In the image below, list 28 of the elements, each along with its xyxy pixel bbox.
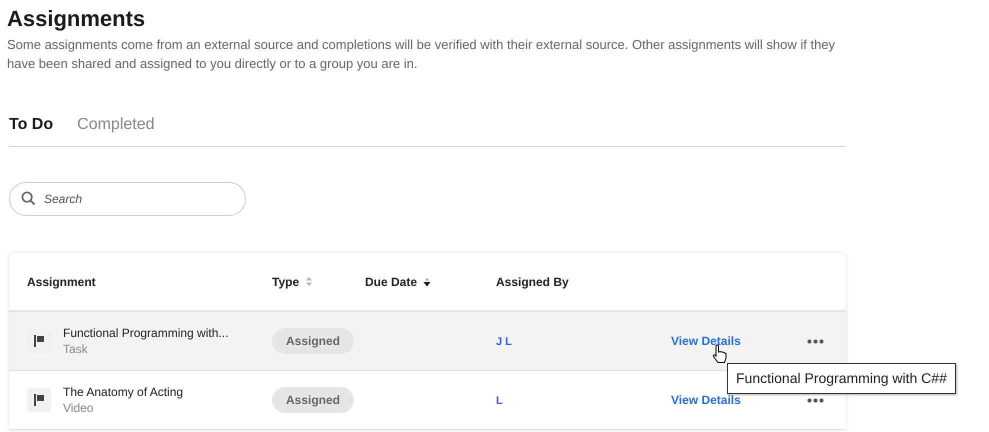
- more-icon: [806, 338, 824, 344]
- view-details-link[interactable]: View Details: [671, 334, 741, 348]
- search-field[interactable]: Search: [9, 182, 246, 216]
- flag-icon: [27, 329, 51, 353]
- status-badge: Assigned: [272, 387, 354, 413]
- column-header: Due Date: [365, 274, 418, 290]
- table-row[interactable]: Functional Programming with... Task Assigned J L View Details: [9, 312, 846, 371]
- assignment-type: Video: [63, 400, 94, 416]
- assigner-name[interactable]: L: [496, 395, 503, 407]
- tab[interactable]: Completed: [77, 113, 155, 137]
- tooltip: Functional Programming with C##: [727, 363, 956, 394]
- search-icon: [21, 191, 36, 206]
- page-description: Some assignments come from an external source and completions will be verified with their external source. Other assignments will show if they have been shared and assigned to you directly or to a group you are in.: [7, 36, 836, 73]
- more-icon: [806, 398, 824, 402]
- column-header: Assigned By: [496, 274, 569, 290]
- assignment-title: Functional Programming with...: [63, 325, 228, 341]
- status-badge: Assigned: [272, 328, 354, 354]
- assignment-type: Task: [63, 341, 89, 357]
- assignment-title: The Anatomy of Acting: [63, 384, 184, 400]
- sort-icon[interactable]: [423, 276, 432, 287]
- assigner-name[interactable]: J L: [496, 336, 512, 348]
- flag-icon: [27, 388, 51, 412]
- column-header: Type: [272, 274, 300, 290]
- hand-cursor-icon: [712, 344, 728, 364]
- column-header: Assignment: [27, 274, 96, 290]
- view-details-link[interactable]: View Details: [671, 393, 741, 407]
- page-title: Assignments: [7, 5, 146, 33]
- tab[interactable]: To Do: [9, 113, 54, 137]
